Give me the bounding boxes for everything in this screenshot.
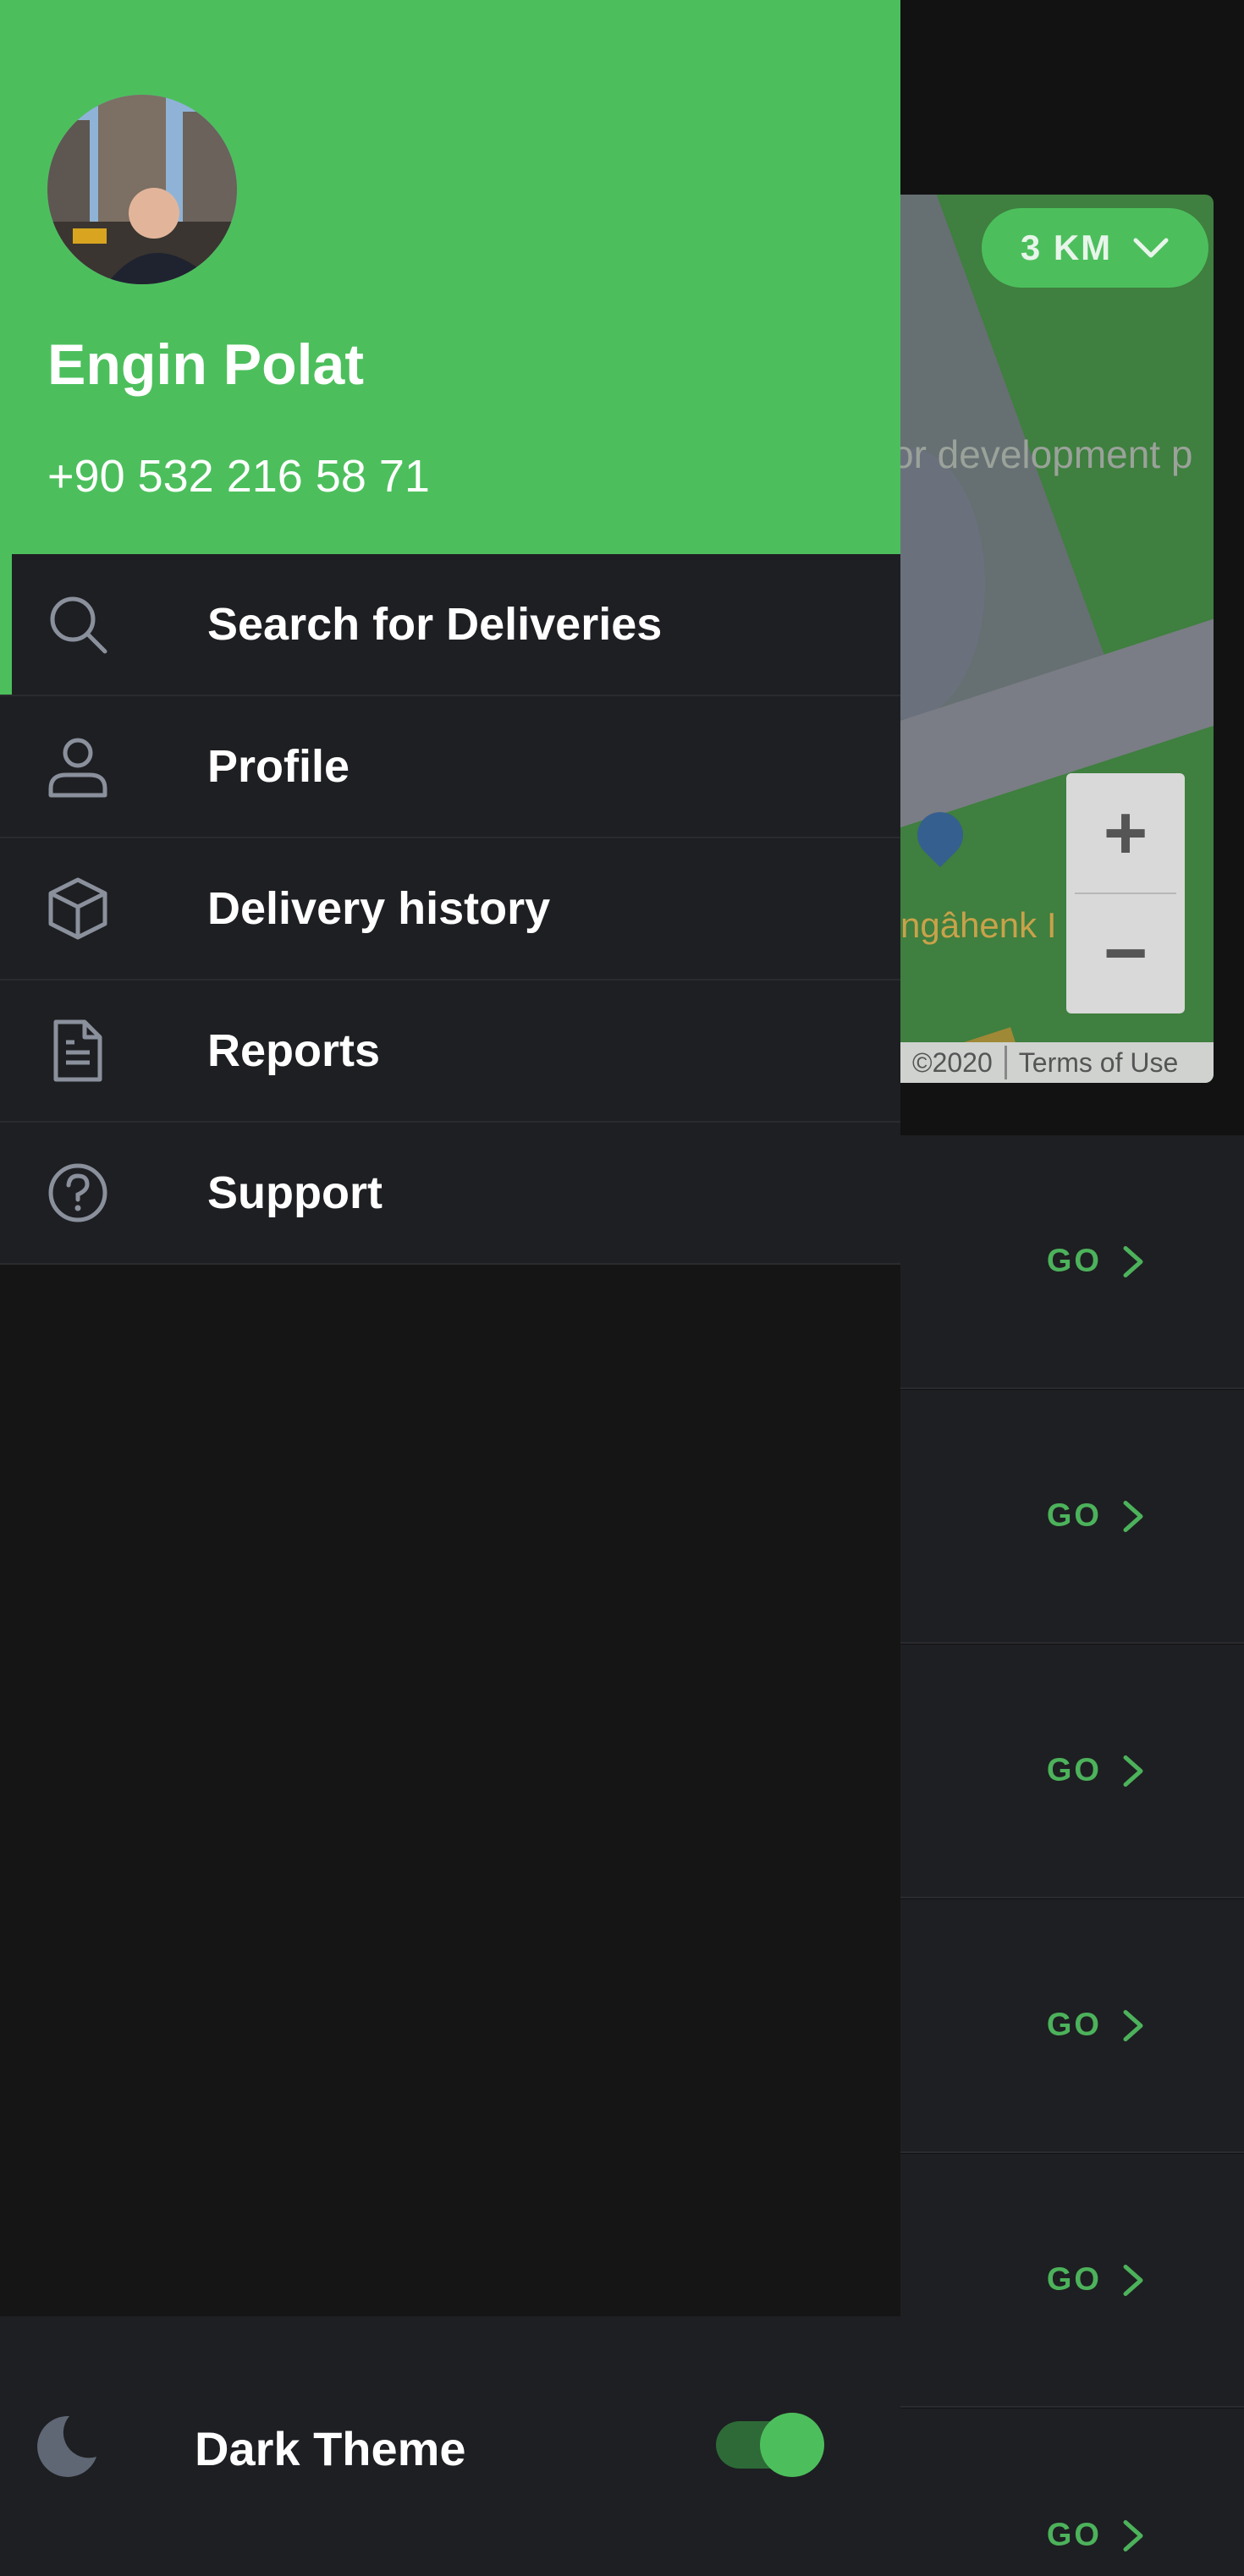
list-item[interactable]: GO [900, 1390, 1244, 1644]
map-copyright: ©2020 [912, 1046, 993, 1078]
go-button[interactable]: GO [1047, 2008, 1146, 2044]
moon-icon [37, 2415, 96, 2477]
chevron-right-icon [1123, 2519, 1143, 2551]
avatar[interactable] [47, 95, 237, 284]
menu-item-label: Search for Deliveries [207, 599, 663, 650]
menu-item-delivery-history[interactable]: Delivery history [0, 838, 900, 980]
terms-of-use-link[interactable]: Terms of Use [1007, 1047, 1190, 1079]
map-attribution: ©2020 Terms of Use [900, 1042, 1214, 1083]
menu-item-label: Profile [207, 741, 350, 792]
go-button[interactable]: GO [1047, 2262, 1146, 2299]
list-item[interactable]: GO [900, 2408, 1244, 2576]
user-name: Engin Polat [47, 332, 364, 397]
avatar-photo [47, 95, 237, 284]
zoom-in-button[interactable]: + [1066, 773, 1185, 893]
chevron-right-icon [1123, 1755, 1143, 1787]
drawer-header: Engin Polat +90 532 216 58 71 [0, 0, 900, 554]
menu-item-search-for-deliveries[interactable]: Search for Deliveries [0, 554, 900, 696]
zoom-out-button[interactable]: − [1066, 893, 1185, 1013]
chevron-down-icon [1133, 238, 1169, 258]
menu-item-label: Reports [207, 1025, 381, 1076]
go-button[interactable]: GO [1047, 2518, 1146, 2554]
dark-theme-toggle[interactable] [716, 2413, 824, 2477]
menu-item-label: Support [207, 1167, 383, 1218]
search-icon [50, 596, 107, 654]
divider [1075, 893, 1176, 894]
map-label: ngâhenk I [900, 905, 1057, 945]
drawer-menu: Search for Deliveries Profile Delivery h… [0, 554, 900, 1265]
chevron-right-icon [1123, 2009, 1143, 2041]
menu-item-label: Delivery history [207, 883, 551, 934]
list-item[interactable]: GO [900, 1135, 1244, 1389]
list-item[interactable]: GO [900, 2154, 1244, 2408]
menu-item-profile[interactable]: Profile [0, 696, 900, 838]
map-label: or development p [900, 432, 1193, 476]
dark-theme-label: Dark Theme [195, 2422, 466, 2475]
user-phone: +90 532 216 58 71 [47, 451, 430, 502]
chevron-right-icon [1123, 1500, 1143, 1532]
map-zoom-controls: + − [1066, 773, 1185, 1013]
list-item[interactable]: GO [900, 1899, 1244, 2153]
navigation-drawer: Engin Polat +90 532 216 58 71 Search for… [0, 0, 900, 2576]
toggle-knob [760, 2413, 824, 2477]
chevron-right-icon [1123, 1245, 1143, 1277]
distance-filter-dropdown[interactable]: 3 KM [982, 208, 1208, 288]
document-icon [53, 1019, 102, 1082]
distance-filter-label: 3 KM [1020, 228, 1113, 267]
help-icon [48, 1163, 107, 1222]
chevron-right-icon [1123, 2264, 1143, 2296]
go-button[interactable]: GO [1047, 1498, 1146, 1535]
box-icon [48, 877, 107, 940]
go-button[interactable]: GO [1047, 1753, 1146, 1789]
menu-item-reports[interactable]: Reports [0, 980, 900, 1123]
user-icon [48, 738, 107, 798]
list-item[interactable]: GO [900, 1645, 1244, 1898]
go-button[interactable]: GO [1047, 1244, 1146, 1280]
menu-item-support[interactable]: Support [0, 1123, 900, 1265]
